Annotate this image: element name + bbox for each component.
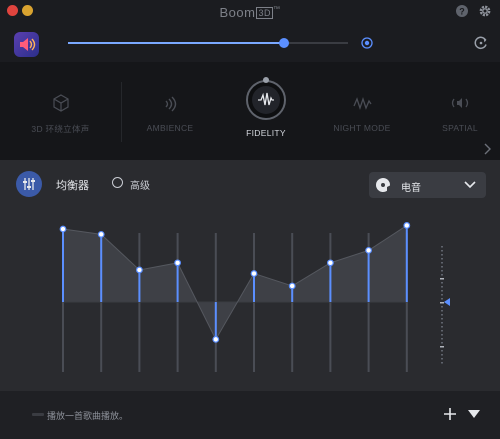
mode-label: SPATIAL bbox=[442, 123, 478, 133]
spatial-speaker-icon bbox=[451, 98, 469, 108]
eq-band-handle[interactable] bbox=[174, 259, 182, 267]
preamp-scale-tick bbox=[441, 334, 443, 336]
eq-band-handle[interactable] bbox=[97, 230, 105, 238]
app-title-tm: ™ bbox=[272, 6, 281, 13]
preamp-scale-tick bbox=[441, 326, 443, 328]
volume-row bbox=[0, 26, 500, 62]
mode-label: NIGHT MODE bbox=[333, 123, 391, 133]
boost-target-icon[interactable] bbox=[361, 37, 373, 49]
preamp-scale-tick bbox=[441, 342, 443, 344]
equalizer-graph[interactable] bbox=[0, 160, 500, 390]
volume-slider[interactable] bbox=[68, 38, 348, 48]
preamp-scale-tick bbox=[441, 358, 443, 360]
preamp-scale-tick bbox=[441, 246, 443, 248]
night-mode-wave-icon bbox=[353, 96, 372, 111]
preamp-scale-tick bbox=[441, 306, 443, 308]
app-title-badge: 3D bbox=[256, 7, 273, 19]
app-title: Boom 3D ™ bbox=[0, 5, 500, 20]
eq-band-handle[interactable] bbox=[250, 270, 258, 277]
dropdown-triangle-icon[interactable] bbox=[468, 409, 480, 419]
preamp-scale-tick bbox=[441, 338, 443, 340]
speaker-icon bbox=[20, 38, 36, 51]
preamp-scale-tick bbox=[441, 354, 443, 356]
preamp-scale-tick bbox=[441, 274, 443, 276]
help-icon[interactable]: ? bbox=[455, 4, 469, 18]
eq-band-handle[interactable] bbox=[135, 266, 143, 274]
preamp-scale-tick bbox=[441, 330, 443, 332]
eq-band-handle[interactable] bbox=[365, 246, 373, 254]
add-icon[interactable] bbox=[443, 407, 457, 421]
preamp-scale-tick bbox=[441, 310, 443, 312]
title-bar: Boom 3D ™ ? bbox=[0, 0, 500, 26]
effect-modes-bar: 3D 环绕立体声 AMBIENCE FIDELITY NIGHT MODE SP… bbox=[0, 62, 500, 160]
preamp-scale-tick bbox=[441, 262, 443, 264]
album-art-placeholder bbox=[32, 413, 44, 416]
preamp-scale-tick bbox=[441, 286, 443, 288]
ambience-waves-icon bbox=[165, 96, 177, 112]
next-modes-chevron-icon[interactable] bbox=[482, 142, 492, 156]
volume-slider-handle[interactable] bbox=[278, 38, 289, 48]
preamp-scale-tick bbox=[441, 350, 443, 352]
preamp-scale-tick bbox=[441, 266, 443, 268]
mode-label: 3D 环绕立体声 bbox=[31, 124, 90, 134]
preamp-scale-tick bbox=[441, 282, 443, 284]
preamp-handle[interactable] bbox=[444, 298, 450, 306]
mode-label: AMBIENCE bbox=[146, 123, 194, 133]
preamp-scale-tick bbox=[441, 250, 443, 252]
mode-fidelity[interactable]: FIDELITY bbox=[218, 62, 314, 160]
equalizer-panel: 均衡器 高级 电音 bbox=[0, 160, 500, 390]
preamp-scale-tick bbox=[441, 298, 443, 300]
player-bar: 播放一首歌曲播放。 bbox=[0, 391, 500, 439]
svg-text:?: ? bbox=[459, 7, 465, 17]
now-playing-text: 播放一首歌曲播放。 bbox=[47, 411, 129, 421]
cube-icon bbox=[52, 94, 69, 112]
preamp-scale-tick bbox=[441, 322, 443, 324]
mode-ambience[interactable]: AMBIENCE bbox=[122, 62, 218, 160]
volume-slider-fill bbox=[68, 42, 284, 44]
output-device-button[interactable] bbox=[14, 32, 39, 57]
preamp-scale-tick bbox=[441, 258, 443, 260]
eq-band-handle[interactable] bbox=[212, 335, 220, 343]
eq-curve-area bbox=[63, 225, 407, 340]
eq-band-handle[interactable] bbox=[288, 282, 296, 290]
preamp-scale-mark bbox=[440, 346, 444, 348]
preamp-scale-tick bbox=[441, 290, 443, 292]
mode-3d-surround[interactable]: 3D 环绕立体声 bbox=[0, 62, 121, 160]
fidelity-ring-center bbox=[252, 86, 280, 114]
preamp-scale-tick bbox=[441, 254, 443, 256]
eq-band-handle[interactable] bbox=[59, 225, 67, 233]
preamp-scale-mark bbox=[440, 278, 444, 280]
mode-label: FIDELITY bbox=[246, 128, 286, 138]
preamp-scale-tick bbox=[441, 318, 443, 320]
mode-night[interactable]: NIGHT MODE bbox=[314, 62, 410, 160]
refresh-icon[interactable] bbox=[473, 35, 489, 51]
preamp-scale-tick bbox=[441, 362, 443, 364]
eq-band-handle[interactable] bbox=[403, 222, 411, 229]
preamp-scale-mark bbox=[440, 302, 444, 304]
gear-icon[interactable] bbox=[478, 4, 492, 18]
preamp-scale-tick bbox=[441, 314, 443, 316]
preamp-scale-tick bbox=[441, 294, 443, 296]
app-title-text: Boom bbox=[219, 5, 256, 20]
fidelity-ring-indicator bbox=[263, 77, 269, 83]
fidelity-ring bbox=[246, 77, 286, 120]
fidelity-waveform-icon bbox=[258, 92, 274, 106]
eq-band-handle[interactable] bbox=[327, 259, 334, 267]
preamp-scale-tick bbox=[441, 270, 443, 272]
